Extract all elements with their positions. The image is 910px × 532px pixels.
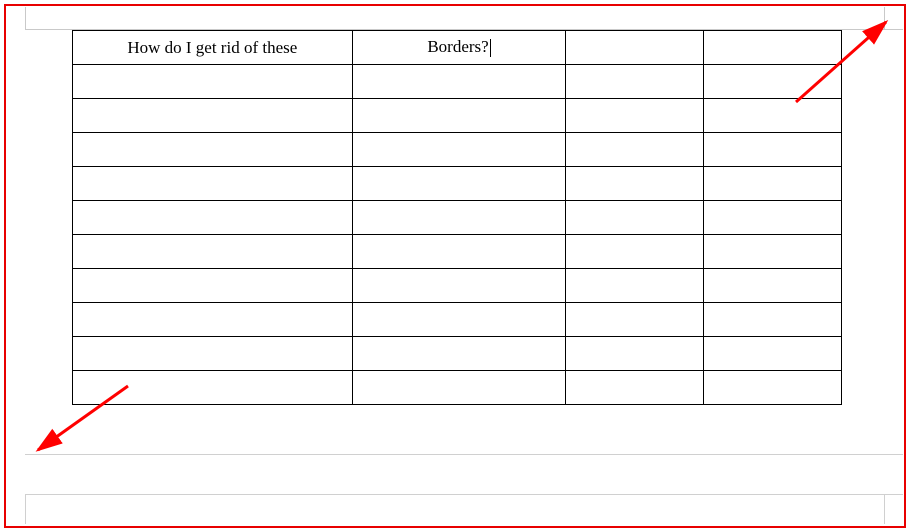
table-cell[interactable]	[73, 65, 353, 99]
margin-guide	[25, 494, 26, 524]
table-row	[73, 201, 842, 235]
table-cell[interactable]	[704, 269, 842, 303]
table-cell[interactable]	[73, 167, 353, 201]
table-cell[interactable]	[566, 235, 704, 269]
text-cursor	[490, 39, 491, 57]
table-row	[73, 65, 842, 99]
table-cell[interactable]	[566, 303, 704, 337]
table-cell[interactable]	[352, 133, 566, 167]
table-cell[interactable]	[352, 99, 566, 133]
table-cell[interactable]	[352, 167, 566, 201]
table-cell[interactable]	[566, 269, 704, 303]
table-cell[interactable]	[704, 133, 842, 167]
table-cell[interactable]: How do I get rid of these	[73, 31, 353, 65]
table-cell[interactable]	[352, 235, 566, 269]
table-cell[interactable]	[566, 99, 704, 133]
table-row	[73, 99, 842, 133]
table-row	[73, 337, 842, 371]
table-cell[interactable]	[73, 133, 353, 167]
table-cell[interactable]	[566, 167, 704, 201]
table-row	[73, 235, 842, 269]
margin-guide	[884, 494, 885, 524]
table-cell[interactable]	[704, 31, 842, 65]
table-cell[interactable]	[704, 337, 842, 371]
table-cell[interactable]	[73, 269, 353, 303]
table-cell[interactable]	[566, 31, 704, 65]
margin-guide	[25, 7, 26, 29]
table-cell[interactable]	[352, 201, 566, 235]
margin-guide	[25, 494, 903, 495]
table-cell[interactable]	[352, 303, 566, 337]
table-cell[interactable]	[73, 201, 353, 235]
table-cell[interactable]	[704, 235, 842, 269]
table-cell[interactable]	[566, 337, 704, 371]
table-cell[interactable]	[704, 303, 842, 337]
margin-guide	[25, 454, 903, 455]
table-cell[interactable]	[566, 201, 704, 235]
table-cell[interactable]	[704, 99, 842, 133]
table-cell[interactable]	[352, 337, 566, 371]
table-cell[interactable]	[566, 65, 704, 99]
table-cell[interactable]	[73, 337, 353, 371]
table-cell[interactable]	[352, 269, 566, 303]
table-cell[interactable]	[704, 371, 842, 405]
table-cell[interactable]	[704, 65, 842, 99]
table-cell[interactable]	[73, 99, 353, 133]
cell-text: Borders?	[427, 37, 488, 56]
table-cell[interactable]	[566, 133, 704, 167]
table-row: How do I get rid of these Borders?	[73, 31, 842, 65]
table-cell[interactable]: Borders?	[352, 31, 566, 65]
table-cell[interactable]	[566, 371, 704, 405]
table-cell[interactable]	[352, 371, 566, 405]
table-cell[interactable]	[73, 371, 353, 405]
table-row	[73, 269, 842, 303]
table-cell[interactable]	[73, 303, 353, 337]
table-row	[73, 133, 842, 167]
document-table[interactable]: How do I get rid of these Borders?	[72, 30, 842, 405]
table-cell[interactable]	[704, 201, 842, 235]
margin-guide	[884, 7, 885, 29]
table-cell[interactable]	[352, 65, 566, 99]
cell-text: How do I get rid of these	[127, 38, 297, 57]
table-row	[73, 303, 842, 337]
table-row	[73, 167, 842, 201]
table-cell[interactable]	[73, 235, 353, 269]
table-cell[interactable]	[704, 167, 842, 201]
table-row	[73, 371, 842, 405]
